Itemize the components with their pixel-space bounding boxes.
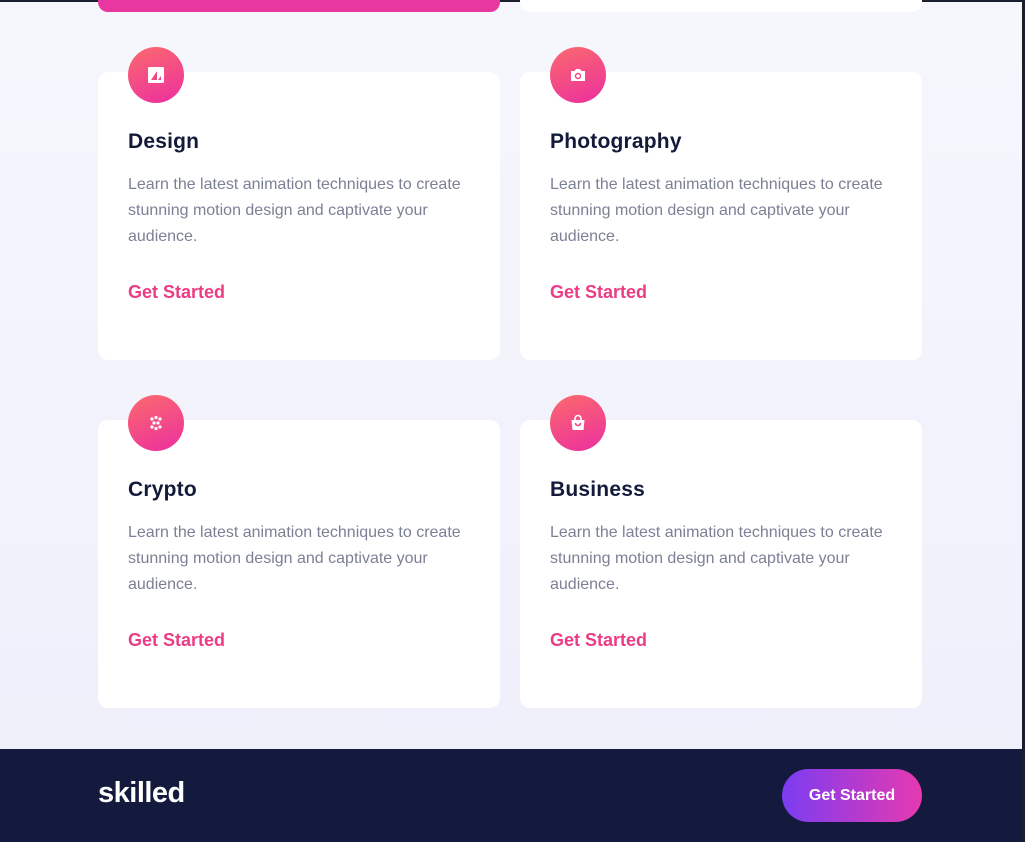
skilled-logo[interactable]: skilled — [98, 777, 185, 810]
card-title: Crypto — [128, 478, 197, 501]
get-started-link[interactable]: Get Started — [550, 630, 647, 651]
shopping-bag-icon — [550, 395, 606, 451]
previous-card-bottom — [520, 0, 922, 12]
previous-card-bottom — [98, 0, 500, 12]
card-title: Photography — [550, 130, 682, 153]
get-started-button[interactable]: Get Started — [782, 769, 922, 822]
get-started-link[interactable]: Get Started — [128, 282, 225, 303]
card-description: Learn the latest animation techniques to… — [550, 176, 883, 245]
site-footer: skilled Get Started — [0, 749, 1022, 842]
design-image-icon — [128, 47, 184, 103]
card-title: Business — [550, 478, 645, 501]
get-started-link[interactable]: Get Started — [550, 282, 647, 303]
get-started-link[interactable]: Get Started — [128, 630, 225, 651]
card-title: Design — [128, 130, 200, 153]
course-card-design: Design Learn the latest animation techni… — [98, 47, 500, 360]
card-description: Learn the latest animation techniques to… — [128, 176, 461, 245]
card-description: Learn the latest animation techniques to… — [550, 524, 883, 593]
camera-icon — [550, 47, 606, 103]
crypto-dots-icon — [128, 395, 184, 451]
course-card-photography: Photography Learn the latest animation t… — [520, 47, 922, 360]
card-description: Learn the latest animation techniques to… — [128, 524, 461, 593]
course-card-business: Business Learn the latest animation tech… — [520, 395, 922, 708]
course-card-crypto: Crypto Learn the latest animation techni… — [98, 395, 500, 708]
